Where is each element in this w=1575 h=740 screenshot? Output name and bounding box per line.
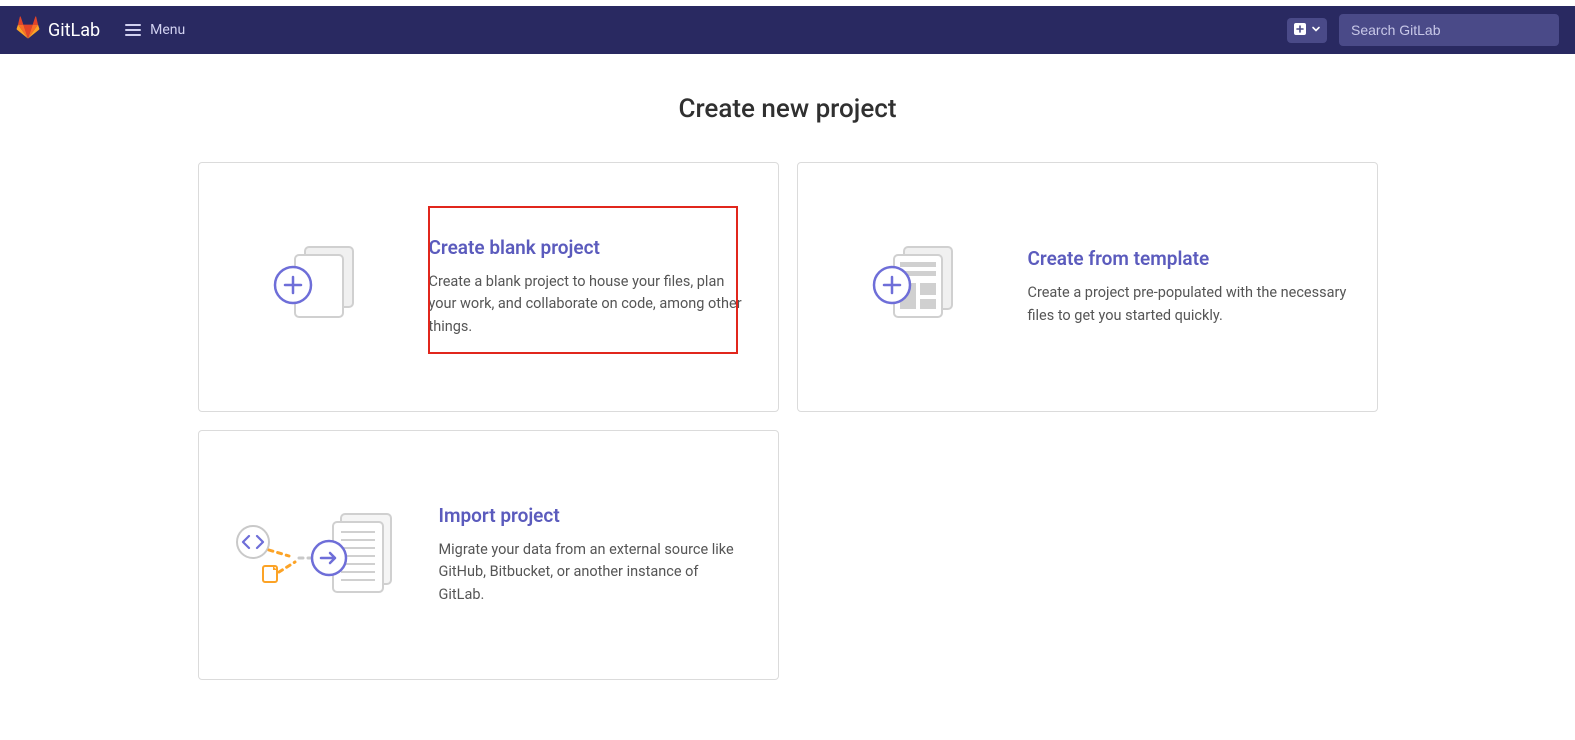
navbar-left: GitLab Menu [16,15,193,45]
card-blank-text: Create blank project Create a blank proj… [429,236,748,338]
navbar-right [1287,14,1559,46]
menu-label: Menu [150,22,185,38]
card-import-desc: Migrate your data from an external sourc… [439,539,748,606]
card-blank-desc: Create a blank project to house your fil… [429,271,748,338]
page-title: Create new project [198,94,1378,124]
card-template-desc: Create a project pre-populated with the … [1028,282,1347,327]
plus-icon [1293,22,1307,39]
card-import-text: Import project Migrate your data from an… [439,504,748,606]
top-navbar: GitLab Menu [0,6,1575,54]
gitlab-brand[interactable]: GitLab [16,16,100,45]
menu-button[interactable]: Menu [116,15,193,45]
card-template-text: Create from template Create a project pr… [1028,247,1347,327]
hamburger-icon [124,21,142,39]
card-create-blank[interactable]: Create blank project Create a blank proj… [198,162,779,412]
blank-project-icon [229,237,399,337]
import-icon [229,500,409,610]
cards-container: Create blank project Create a blank proj… [198,162,1378,680]
card-import[interactable]: Import project Migrate your data from an… [198,430,779,680]
card-template-title: Create from template [1028,247,1347,270]
card-create-template[interactable]: Create from template Create a project pr… [797,162,1378,412]
new-dropdown[interactable] [1287,18,1327,43]
card-import-title: Import project [439,504,748,527]
brand-label: GitLab [48,20,100,41]
cards-grid: Create blank project Create a blank proj… [198,162,1378,680]
template-icon [828,237,998,337]
main-content: Create new project Create blank project … [198,54,1378,740]
gitlab-logo-icon [16,16,40,45]
chevron-down-icon [1311,23,1321,37]
card-blank-title: Create blank project [429,236,748,259]
search-input[interactable] [1339,14,1559,46]
